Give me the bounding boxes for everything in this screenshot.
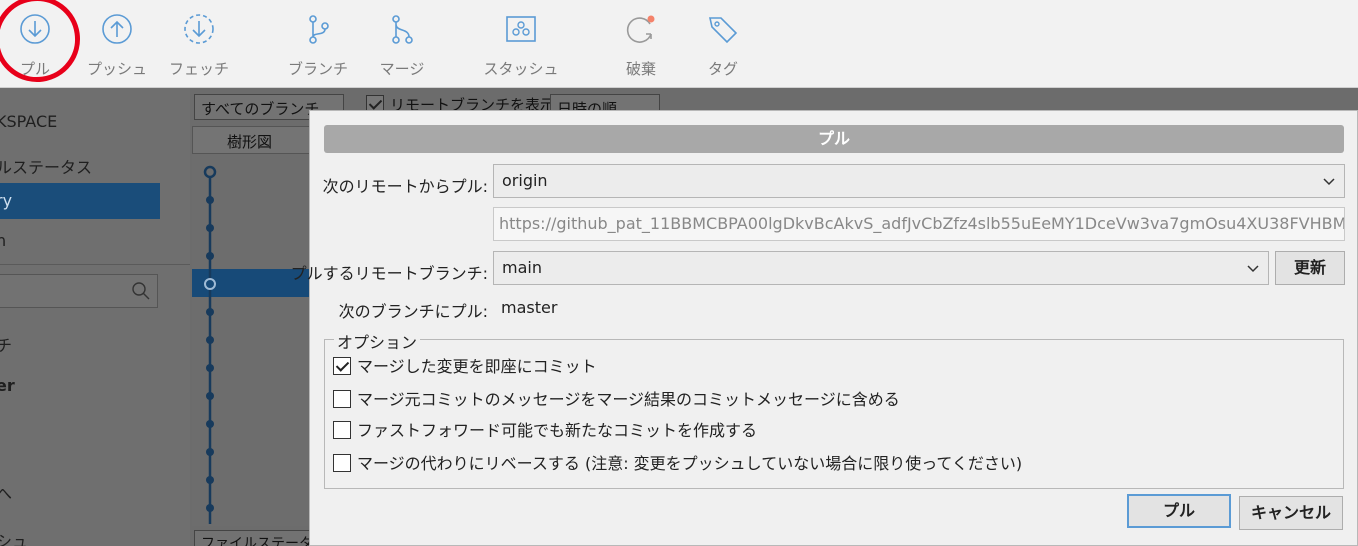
commit-graph <box>203 165 217 524</box>
workspace-header: KSPACE <box>0 112 58 131</box>
remote-label: 次のリモートからプル: <box>322 177 488 196</box>
toolbar: プル プッシュ フェッチ ブランチ マージ スタッシュ 破棄 タグ <box>0 0 1358 88</box>
remote-value: origin <box>502 171 548 190</box>
local-branch-value: master <box>501 298 558 317</box>
remote-branch-label: プルするリモートブランチ: <box>290 264 488 283</box>
merge-icon <box>392 15 413 44</box>
sidebar-item-master[interactable]: er <box>0 376 15 395</box>
chevron-down-icon <box>1247 265 1259 273</box>
sidebar-divider <box>0 264 190 265</box>
remote-branch-select[interactable]: main <box>493 251 1269 285</box>
pull-button[interactable]: プル <box>0 8 75 79</box>
sidebar-item-tags[interactable]: へ <box>0 480 12 504</box>
fetch-label: フェッチ <box>168 60 229 78</box>
refresh-button[interactable]: 更新 <box>1275 251 1345 285</box>
remote-branch-value: main <box>502 258 542 277</box>
sidebar-item-history[interactable]: ry <box>0 191 12 210</box>
local-branch-label: 次のブランチにプル: <box>338 302 488 321</box>
option-label: マージした変更を即座にコミット <box>357 357 597 376</box>
option-include-messages[interactable]: マージ元コミットのメッセージをマージ結果のコミットメッセージに含める <box>333 386 900 410</box>
option-checkbox[interactable] <box>333 454 351 472</box>
option-label: ファストフォワード可能でも新たなコミットを作成する <box>357 421 758 440</box>
option-checkbox[interactable] <box>333 421 351 439</box>
fetch-icon <box>184 14 214 44</box>
stash-button[interactable]: スタッシュ <box>481 8 561 79</box>
dialog-title: プル <box>324 125 1344 153</box>
push-button[interactable]: プッシュ <box>77 8 157 79</box>
discard-label: 破棄 <box>625 60 656 78</box>
option-checkbox[interactable] <box>333 357 351 375</box>
sidebar-search-input[interactable] <box>0 274 158 308</box>
pull-icon <box>20 14 50 44</box>
graph-column-header: 樹形図 <box>192 126 310 154</box>
tag-icon <box>709 17 738 44</box>
option-checkbox[interactable] <box>333 390 351 408</box>
option-label: マージ元コミットのメッセージをマージ結果のコミットメッセージに含める <box>357 390 900 409</box>
merge-label: マージ <box>379 60 425 78</box>
discard-icon <box>626 15 655 43</box>
option-rebase[interactable]: マージの代わりにリベースする (注意: 変更をプッシュしていない場合に限り使って… <box>333 450 1022 474</box>
cancel-button[interactable]: キャンセル <box>1239 496 1343 530</box>
sidebar-item-history-bg <box>0 183 160 219</box>
branch-label: ブランチ <box>287 60 348 78</box>
options-legend: オプション <box>334 329 421 353</box>
remote-select[interactable]: origin <box>493 164 1345 198</box>
remote-url-field[interactable]: https://github_pat_11BBMCBPA00lgDkvBcAkv… <box>493 207 1345 241</box>
branch-icon <box>309 15 329 44</box>
sidebar-item-stashes[interactable]: シュ <box>0 528 28 546</box>
stash-label: スタッシュ <box>483 60 559 78</box>
tag-label: タグ <box>707 60 738 78</box>
sidebar-item-branches[interactable]: チ <box>0 332 12 356</box>
push-label: プッシュ <box>86 60 147 78</box>
pull-dialog: プル 次のリモートからプル: origin https://github_pat… <box>291 110 1358 546</box>
pull-ok-button[interactable]: プル <box>1127 494 1231 528</box>
chevron-down-icon <box>1323 178 1335 186</box>
merge-button[interactable]: マージ <box>362 8 442 79</box>
search-icon <box>132 282 150 300</box>
fetch-button[interactable]: フェッチ <box>159 8 239 79</box>
sidebar: KSPACE ルステータス ry h チ er へ シュ <box>0 88 190 546</box>
tag-button[interactable]: タグ <box>683 8 763 79</box>
branch-button[interactable]: ブランチ <box>278 8 358 79</box>
discard-button[interactable]: 破棄 <box>601 8 681 79</box>
stash-icon <box>506 16 536 42</box>
option-label: マージの代わりにリベースする (注意: 変更をプッシュしていない場合に限り使って… <box>357 454 1023 473</box>
option-no-fast-forward[interactable]: ファストフォワード可能でも新たなコミットを作成する <box>333 417 757 441</box>
push-icon <box>102 14 132 44</box>
option-commit-immediately[interactable]: マージした変更を即座にコミット <box>333 353 597 377</box>
pull-label: プル <box>19 60 50 78</box>
sidebar-item-search[interactable]: h <box>0 231 6 250</box>
branch-filter-value: すべてのブランチ <box>201 100 320 118</box>
sidebar-item-file-status[interactable]: ルステータス <box>0 154 92 178</box>
